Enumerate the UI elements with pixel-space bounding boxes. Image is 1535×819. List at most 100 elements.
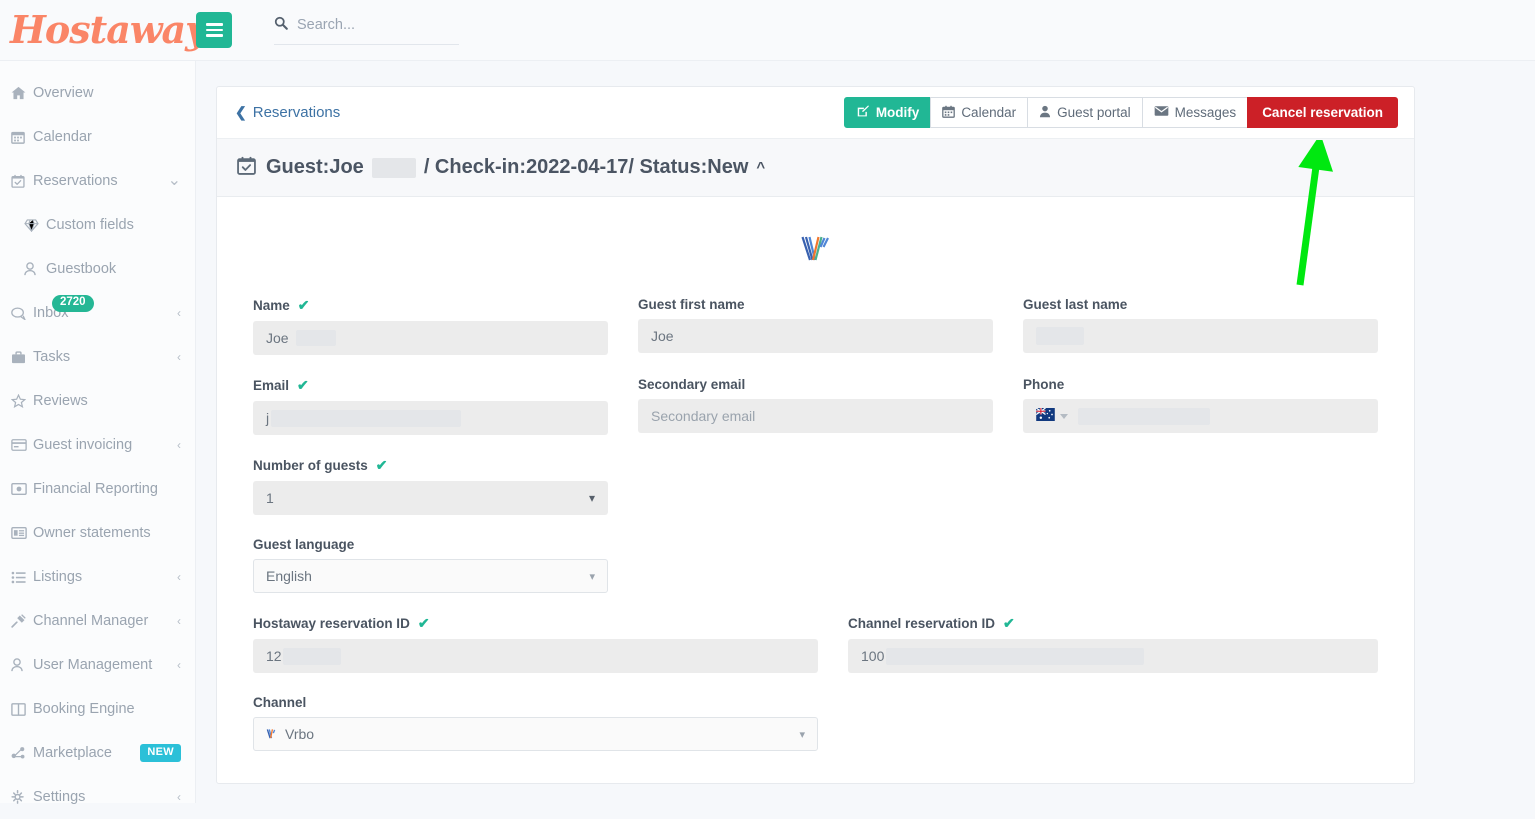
reservation-card: ❮ Reservations Modify Calendar	[216, 86, 1415, 784]
search-input[interactable]	[297, 17, 459, 33]
field-group-name: Name ✔ Joe	[253, 297, 608, 355]
sidebar-item-label: Financial Reporting	[33, 481, 181, 497]
chevron-up-icon[interactable]: ^	[756, 159, 765, 176]
sidebar-item-reviews[interactable]: Reviews	[0, 379, 195, 423]
cancel-reservation-button[interactable]: Cancel reservation	[1247, 97, 1398, 128]
guest-language-select[interactable]: English ▾	[253, 559, 608, 593]
sidebar-item-user-management[interactable]: User Management‹	[0, 643, 195, 687]
form-row-language: Guest language English ▾	[253, 537, 1378, 593]
chat-icon	[11, 307, 33, 320]
chevron-left-icon: ‹	[177, 571, 181, 583]
sidebar-item-financial-reporting[interactable]: Financial Reporting	[0, 467, 195, 511]
sidebar-toggle-button[interactable]	[196, 12, 232, 48]
field-group-email: Email ✔ j	[253, 377, 608, 435]
channel-reservation-id-label: Channel reservation ID	[848, 616, 995, 631]
guest-last-name-input[interactable]	[1023, 319, 1378, 353]
phone-input[interactable]	[1023, 399, 1378, 433]
sidebar-item-tasks[interactable]: Tasks‹	[0, 335, 195, 379]
sidebar-item-inbox[interactable]: Inbox2720‹	[0, 291, 195, 335]
status-prefix-label: / Status:	[628, 156, 707, 179]
field-group-secondary-email: Secondary email Secondary email	[638, 377, 993, 435]
redacted-channel-id	[886, 648, 1144, 665]
country-code-selector[interactable]	[1036, 408, 1068, 424]
australia-flag-icon	[1036, 408, 1055, 424]
app-logo[interactable]: Hostaway	[0, 11, 196, 49]
channel-select[interactable]: Vrbo ▾	[253, 717, 818, 751]
chevron-left-icon: ‹	[177, 439, 181, 451]
sidebar-item-channel-manager[interactable]: Channel Manager‹	[0, 599, 195, 643]
number-of-guests-value: 1	[266, 490, 274, 506]
plug-icon	[11, 614, 33, 628]
sidebar-item-owner-statements[interactable]: Owner statements	[0, 511, 195, 555]
email-value: j	[266, 410, 269, 426]
sidebar-item-overview[interactable]: Overview	[0, 71, 195, 115]
reservation-summary-title: Guest: Joe / Check-in: 2022-04-17 / Stat…	[266, 156, 765, 179]
checkin-date-value: 2022-04-17	[526, 156, 628, 179]
guest-first-name-label: Guest first name	[638, 297, 745, 312]
sidebar-item-guest-invoicing[interactable]: Guest invoicing‹	[0, 423, 195, 467]
chevron-left-icon: ‹	[177, 307, 181, 319]
redacted-hostaway-id	[283, 648, 341, 665]
channel-reservation-id-value: 100	[861, 648, 884, 664]
chevron-left-icon: ‹	[177, 351, 181, 363]
burger-line	[206, 29, 223, 32]
user-icon	[11, 658, 33, 672]
sidebar-item-booking-engine[interactable]: Booking Engine	[0, 687, 195, 731]
field-group-guest-language: Guest language English ▾	[253, 537, 608, 593]
channel-value: Vrbo	[285, 726, 314, 742]
reservation-title-bar[interactable]: Guest: Joe / Check-in: 2022-04-17 / Stat…	[217, 139, 1414, 197]
sidebar-item-listings[interactable]: Listings‹	[0, 555, 195, 599]
home-icon	[11, 86, 33, 100]
redacted-guest-surname	[372, 158, 416, 178]
calendar-button[interactable]: Calendar	[930, 97, 1028, 128]
chevron-down-icon	[1060, 414, 1068, 419]
form-row-channel: Channel	[253, 695, 1378, 751]
chevron-down-icon: ▾	[799, 728, 805, 741]
secondary-email-input[interactable]: Secondary email	[638, 399, 993, 433]
number-of-guests-label-row: Number of guests ✔	[253, 457, 608, 474]
verified-check-icon: ✔	[418, 615, 430, 632]
guest-language-label-row: Guest language	[253, 537, 608, 552]
hostaway-reservation-id-input[interactable]: 12	[253, 639, 818, 673]
breadcrumb-back-reservations[interactable]: ❮ Reservations	[235, 104, 340, 121]
pencil-square-icon	[856, 104, 870, 121]
messages-button[interactable]: Messages	[1142, 97, 1249, 128]
card-icon	[11, 439, 33, 451]
sidebar-item-reservations[interactable]: Reservations⌄	[0, 159, 195, 203]
guest-first-name-input[interactable]: Joe	[638, 319, 993, 353]
field-group-hostaway-reservation-id: Hostaway reservation ID ✔ 12	[253, 615, 818, 673]
guest-language-value: English	[266, 568, 312, 584]
sidebar-item-settings[interactable]: Settings‹	[0, 775, 195, 819]
verified-check-icon: ✔	[1003, 615, 1015, 632]
gear-icon	[11, 790, 33, 804]
sidebar-item-label: Reviews	[33, 393, 181, 409]
channel-reservation-id-input[interactable]: 100	[848, 639, 1378, 673]
chevron-down-icon: ▾	[589, 491, 595, 505]
sidebar-item-custom-fields[interactable]: Custom fields	[0, 203, 195, 247]
email-label-row: Email ✔	[253, 377, 608, 394]
form-row-guests: Number of guests ✔ 1 ▾	[253, 457, 1378, 515]
guest-first-name-label-row: Guest first name	[638, 297, 993, 312]
name-input[interactable]: Joe	[253, 321, 608, 355]
top-bar: Hostaway	[0, 0, 1535, 61]
search-box[interactable]	[274, 16, 459, 45]
list-icon	[11, 571, 33, 584]
email-input[interactable]: j	[253, 401, 608, 435]
sidebar-item-guestbook[interactable]: Guestbook	[0, 247, 195, 291]
briefcase-icon	[11, 351, 33, 364]
guest-portal-button[interactable]: Guest portal	[1027, 97, 1143, 128]
name-value: Joe	[266, 330, 289, 346]
number-of-guests-select[interactable]: 1 ▾	[253, 481, 608, 515]
sidebar-item-calendar[interactable]: Calendar	[0, 115, 195, 159]
checkin-prefix-label: / Check-in:	[424, 156, 526, 179]
chevron-down-icon: ⌄	[168, 173, 181, 189]
spacer-cell	[848, 695, 1378, 751]
sidebar-item-label: Owner statements	[33, 525, 181, 541]
redacted-email	[271, 410, 461, 427]
modify-label: Modify	[876, 105, 920, 120]
hostaway-reservation-id-value: 12	[266, 648, 282, 664]
chevron-left-icon: ‹	[177, 791, 181, 803]
name-label: Name	[253, 298, 290, 313]
sidebar-item-marketplace[interactable]: MarketplaceNEW	[0, 731, 195, 775]
modify-button[interactable]: Modify	[844, 97, 932, 128]
